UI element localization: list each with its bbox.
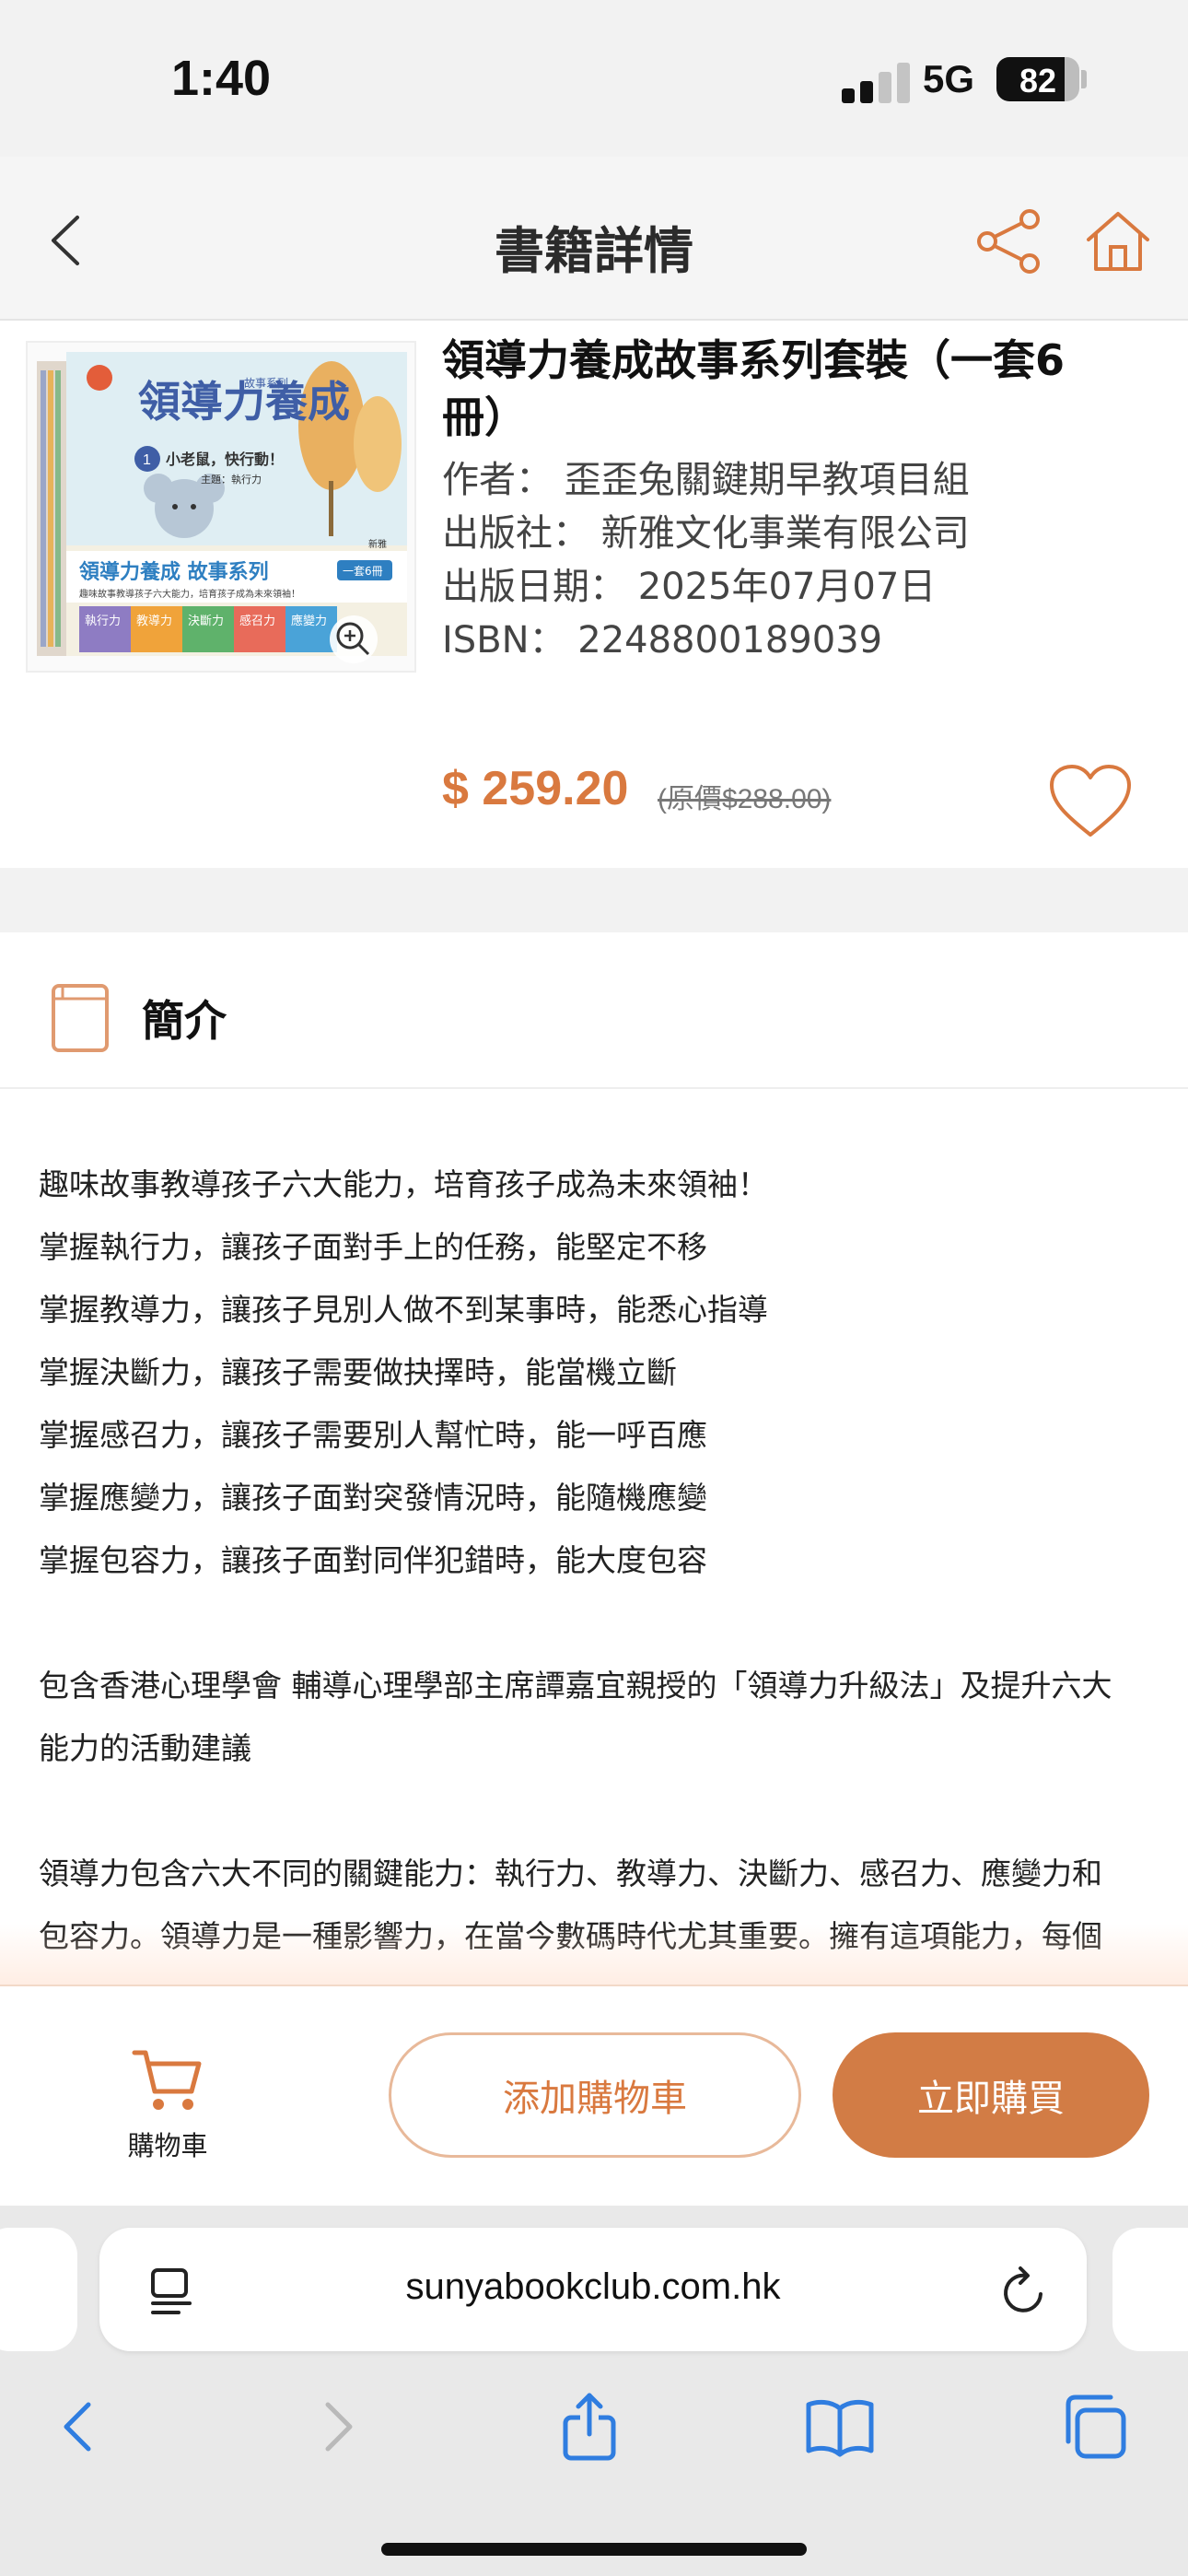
buy-now-button[interactable]: 立即購買 (833, 2032, 1149, 2158)
book-publisher: 出版社： 新雅文化事業有限公司 (442, 512, 970, 555)
intro-line: 掌握教導力，讓孩子見別人做不到某事時，能悉心指導 (39, 1292, 768, 1328)
intro-section: 簡介 趣味故事教導孩子六大能力，培育孩子成為未來領袖！ 掌握執行力，讓孩子面對手… (0, 932, 1188, 1997)
home-icon (1087, 212, 1149, 271)
intro-line: 掌握包容力，讓孩子面對同伴犯錯時，能大度包容 (39, 1542, 707, 1578)
original-price: (原價$288.00) (658, 784, 832, 814)
intro-body: 趣味故事教導孩子六大能力，培育孩子成為未來領袖！ 掌握執行力，讓孩子面對手上的任… (39, 1153, 1153, 1968)
intro-line: 趣味故事教導孩子六大能力，培育孩子成為未來領袖！ (39, 1166, 768, 1202)
intro-line: 掌握決斷力，讓孩子需要做抉擇時，能當機立斷 (39, 1354, 677, 1390)
browser-forward-icon[interactable] (300, 2390, 374, 2464)
cart-label: 購物車 (127, 2130, 208, 2161)
add-to-cart-button[interactable]: 添加購物車 (389, 2032, 801, 2158)
book-cover-image[interactable]: 領導力養成 故事系列 1 小老鼠，快行動！ 主題：執行力 新雅 領導力養成 故事… (26, 341, 416, 673)
cover-spine-2: 教導力 (136, 614, 172, 628)
zoom-in-icon[interactable] (330, 615, 378, 663)
shopping-cart-icon (132, 2050, 202, 2110)
browser-toolbar: sunyabookclub.com.hk (0, 2206, 1188, 2576)
address-bar[interactable]: sunyabookclub.com.hk (99, 2228, 1087, 2351)
network-type: 5G (923, 57, 975, 100)
intro-paragraph-2-line-2: 能力的活動建議 (39, 1730, 251, 1766)
cover-spine-1: 執行力 (85, 614, 121, 628)
intro-line: 掌握執行力，讓孩子面對手上的任務，能堅定不移 (39, 1229, 707, 1265)
status-bar: 1:40 5G 82 (0, 0, 1188, 157)
cover-spine-5: 應變力 (291, 614, 327, 628)
cart-button[interactable]: 購物車 (111, 2042, 225, 2161)
app-header: 書籍詳情 (0, 157, 1188, 321)
previous-tab-preview[interactable] (0, 2228, 77, 2351)
cover-box-tagline: 趣味故事教導孩子六大能力，培育孩子成為未來領袖！ (79, 588, 300, 600)
reload-icon[interactable] (998, 2263, 1050, 2318)
url-text: sunyabookclub.com.hk (405, 2266, 781, 2307)
bookmarks-icon[interactable] (803, 2390, 877, 2464)
cover-spine-3: 決斷力 (188, 615, 224, 628)
intro-line: 掌握感召力，讓孩子需要別人幫忙時，能一呼百應 (39, 1417, 707, 1453)
product-card: 領導力養成 故事系列 1 小老鼠，快行動！ 主題：執行力 新雅 領導力養成 故事… (0, 321, 1188, 868)
cover-spine-4: 感召力 (239, 614, 275, 628)
cover-box-set: 一套6冊 (343, 565, 383, 578)
tabs-icon[interactable] (1057, 2390, 1131, 2464)
sale-price: $ 259.20 (442, 762, 629, 815)
favorite-button[interactable] (1046, 761, 1135, 840)
intro-paragraph-2-line-1: 包含香港心理學會 輔導心理學部主席譚嘉宜親授的「領導力升級法」及提升六大 (39, 1668, 1112, 1704)
book-author: 作者： 歪歪兔關鍵期早教項目組 (442, 459, 970, 501)
intro-title: 簡介 (142, 996, 227, 1046)
browser-back-icon[interactable] (42, 2390, 116, 2464)
intro-paragraph-3-line-1: 領導力包含六大不同的關鍵能力：執行力、教導力、決斷力、感召力、應變力和 (39, 1856, 1102, 1891)
book-isbn: ISBN： 2248800189039 (442, 619, 883, 662)
cover-volume-title: 小老鼠，快行動！ (166, 451, 284, 468)
cover-series-tag: 故事系列 (244, 376, 288, 390)
bottom-action-bar: 購物車 添加購物車 立即購買 (0, 1985, 1188, 2206)
share-button[interactable] (974, 206, 1044, 276)
intro-header: 簡介 (0, 932, 1188, 1089)
cover-publisher-mark: 新雅 (368, 538, 387, 550)
battery-tip (1081, 70, 1087, 88)
book-publish-date: 出版日期： 2025年07月07日 (442, 566, 937, 608)
share-icon (977, 209, 1040, 274)
intro-line: 掌握應變力，讓孩子面對突發情況時，能隨機應變 (39, 1480, 707, 1516)
book-cover-art: 領導力養成 故事系列 1 小老鼠，快行動！ 主題：執行力 新雅 領導力養成 故事… (37, 352, 407, 663)
home-button[interactable] (1083, 206, 1153, 276)
battery-percent: 82 (1019, 62, 1057, 100)
home-indicator (381, 2543, 807, 2556)
book-title: 領導力養成故事系列套裝（一套6冊） (442, 335, 1066, 442)
book-icon (52, 984, 109, 1052)
cover-box-title: 領導力養成 故事系列 (79, 560, 269, 584)
battery-icon: 82 (996, 57, 1079, 101)
next-tab-preview[interactable] (1112, 2228, 1188, 2351)
svg-text:1: 1 (143, 452, 151, 468)
cover-theme: 主題：執行力 (201, 474, 262, 486)
heart-icon (1050, 765, 1131, 837)
browser-share-icon[interactable] (553, 2390, 626, 2464)
cellular-signal-icon (842, 63, 912, 103)
status-time: 1:40 (171, 51, 272, 106)
